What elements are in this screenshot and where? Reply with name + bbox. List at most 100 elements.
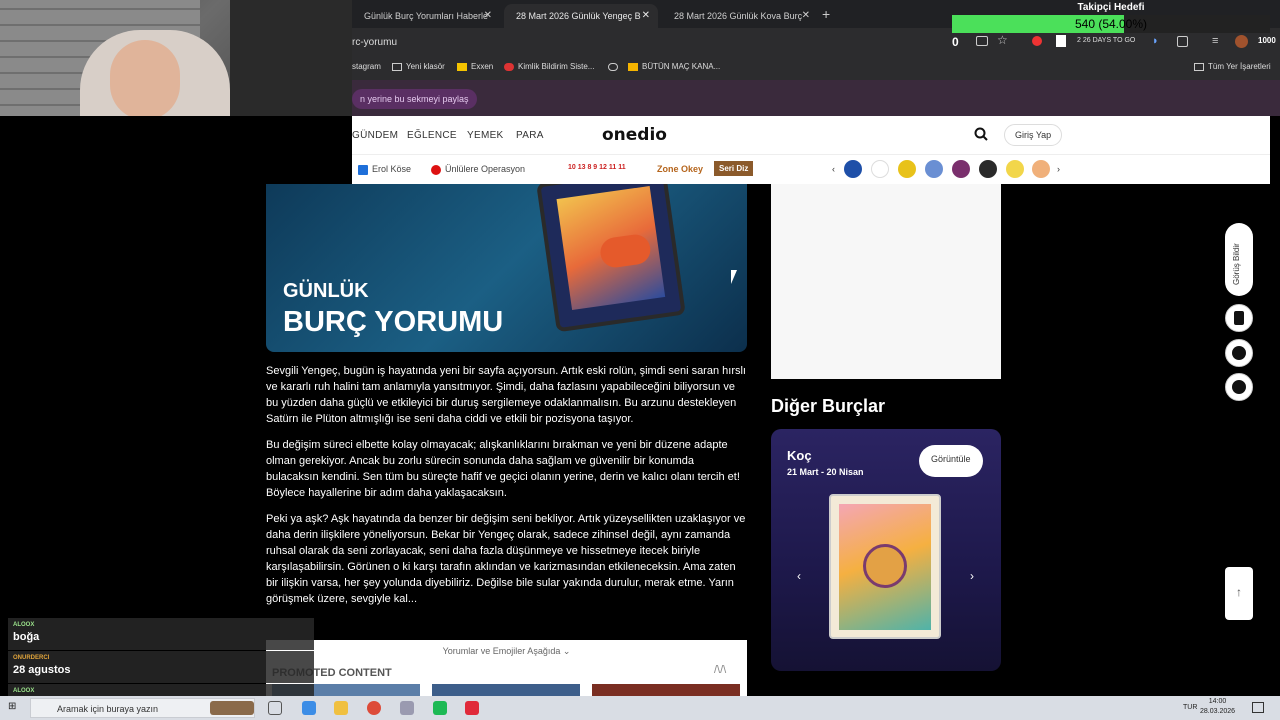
bookmarks-bar: stagram Yeni klasör Exxen Kimlik Bildiri…	[352, 56, 1280, 80]
tab-aquarius-daily[interactable]: 28 Mart 2026 Günlük Kova Burç ✕	[662, 4, 818, 28]
site-header: GÜNDEM EĞLENCE YEMEK PARA onedio Giriş Y…	[352, 116, 1270, 154]
follower-goal-bar: 540 (54.00%)	[952, 15, 1270, 33]
clock[interactable]: 14:00 28.03.2026	[1200, 697, 1235, 717]
folder-icon	[1194, 62, 1204, 71]
promo-thumbnail[interactable]	[432, 684, 580, 696]
feedback-label: Görüş Bildir	[1232, 243, 1241, 285]
chat-text: 28 agustos	[13, 664, 71, 676]
tarot-card-image	[536, 184, 686, 333]
language-indicator[interactable]: TUR	[1183, 704, 1197, 711]
carousel-next-icon[interactable]: ›	[970, 569, 974, 583]
bookmark-globe[interactable]	[608, 62, 622, 71]
login-button[interactable]: Giriş Yap	[1004, 124, 1063, 146]
notifications-icon[interactable]	[1252, 702, 1264, 713]
app-icon[interactable]	[465, 701, 479, 715]
exxen-icon	[457, 62, 467, 71]
file-explorer-icon[interactable]	[334, 701, 348, 715]
trending-bar: Erol Köse Ünlülere Operasyon 10 13 8 9 1…	[352, 154, 1270, 184]
scroll-right-icon[interactable]: ›	[1057, 164, 1060, 174]
battery-text: 1000	[1258, 36, 1276, 45]
trend-label: Erol Köse	[372, 164, 412, 174]
pen-icon	[504, 62, 514, 71]
brand-icon[interactable]	[1006, 160, 1024, 178]
chat-user: ALOOX	[13, 688, 35, 694]
bookmark-label: BÜTÜN MAÇ KANA...	[642, 62, 721, 71]
close-tab-icon[interactable]: ✕	[642, 10, 650, 21]
comments-toggle[interactable]: Yorumlar ve Emojiler Aşağıda ⌄	[266, 646, 747, 657]
menu-list-icon[interactable]: ≡	[1212, 35, 1218, 47]
extension-icon[interactable]	[1032, 36, 1042, 46]
brand-icon[interactable]	[952, 160, 970, 178]
profile-avatar[interactable]	[1235, 35, 1248, 48]
start-icon[interactable]: ⊞	[8, 701, 16, 712]
chrome-icon[interactable]	[367, 701, 381, 715]
chat-user: ALOOX	[13, 622, 35, 628]
task-view-icon[interactable]	[268, 701, 282, 715]
close-tab-icon[interactable]: ✕	[802, 10, 810, 21]
bookmark-new-folder[interactable]: Yeni klasör	[392, 62, 445, 71]
all-bookmarks[interactable]: Tüm Yer İşaretleri	[1194, 62, 1271, 71]
sign-name: Koç	[787, 448, 812, 463]
share-button[interactable]	[1225, 373, 1253, 401]
close-tab-icon[interactable]: ✕	[484, 10, 492, 21]
brand-icon[interactable]	[979, 160, 997, 178]
audio-extension-icon[interactable]: ◗	[1152, 35, 1159, 47]
bookmark-identity[interactable]: Kimlik Bildirim Siste...	[504, 62, 594, 71]
brand-icon[interactable]	[844, 160, 862, 178]
promo-thumbnail[interactable]	[592, 684, 740, 696]
windows-taskbar: ⊞ Aramak için buraya yazın TUR 14:00 28.0…	[0, 696, 1280, 720]
trend-zone-okey[interactable]: Zone Okey	[657, 164, 703, 174]
brand-icon[interactable]	[1032, 160, 1050, 178]
bookmark-exxen[interactable]: Exxen	[457, 62, 493, 71]
sign-dates: 21 Mart - 20 Nisan	[787, 467, 864, 477]
trend-erol-kose[interactable]: Erol Köse	[358, 164, 411, 175]
new-tab-button[interactable]: +	[822, 6, 830, 22]
comments-button[interactable]	[1225, 339, 1253, 367]
globe-icon	[608, 62, 618, 71]
carousel-prev-icon[interactable]: ‹	[797, 569, 801, 583]
search-icon[interactable]	[974, 127, 988, 141]
article-paragraph: Peki ya aşk? Aşk hayatında da benzer bir…	[266, 513, 746, 605]
bookmark-save-button[interactable]	[1225, 304, 1253, 332]
extensions-puzzle-icon[interactable]	[1177, 36, 1188, 47]
brand-icon[interactable]	[898, 160, 916, 178]
nav-yemek[interactable]: YEMEK	[467, 130, 504, 141]
bookmark-match-channels[interactable]: BÜTÜN MAÇ KANA...	[628, 62, 720, 71]
extension-icon[interactable]	[1056, 35, 1066, 47]
app-icon[interactable]	[400, 701, 414, 715]
bookmark-instagram[interactable]: stagram	[352, 62, 381, 71]
other-signs-heading: Diğer Burçlar	[771, 396, 886, 416]
news-icon	[358, 164, 368, 175]
aries-card-image	[829, 494, 941, 639]
view-sign-button[interactable]: Görüntüle	[919, 445, 983, 477]
nav-para[interactable]: PARA	[516, 130, 544, 141]
okey-numbers: 10 13 8 9 12 11 11	[568, 164, 626, 171]
share-tab-button[interactable]: n yerine bu sekmeyi paylaş	[352, 89, 477, 109]
follower-goal-widget: Takipçi Hedefi 540 (54.00%)	[952, 0, 1270, 34]
streamer-face	[110, 40, 180, 120]
clock-time: 14:00	[1208, 698, 1227, 705]
scroll-to-top-button[interactable]: ↑	[1225, 567, 1253, 620]
nav-gundem[interactable]: GÜNDEM	[352, 130, 398, 141]
tab-cancer-daily[interactable]: 28 Mart 2026 Günlük Yengeç B ✕	[504, 4, 658, 28]
feedback-button[interactable]: Görüş Bildir	[1225, 223, 1253, 296]
chat-user: ONURDERCI	[13, 655, 50, 661]
hero-line1: GÜNLÜK	[283, 280, 369, 302]
bookmark-icon	[1234, 311, 1244, 325]
url-text[interactable]: rc-yorumu	[352, 37, 397, 48]
edge-icon[interactable]	[302, 701, 316, 715]
site-logo[interactable]: onedio	[602, 125, 667, 145]
tab-label: 28 Mart 2026 Günlük Kova Burç	[674, 11, 803, 21]
tab-horoscope-news[interactable]: Günlük Burç Yorumları Haberle ✕	[352, 4, 500, 28]
bookmark-star-icon[interactable]: ☆	[997, 33, 1008, 47]
cast-icon[interactable]	[976, 36, 988, 46]
chat-bubbles-icon	[1232, 346, 1246, 360]
scroll-left-icon[interactable]: ‹	[832, 164, 835, 174]
brand-icon[interactable]	[925, 160, 943, 178]
trend-seri-diz[interactable]: Seri Diz	[714, 161, 754, 176]
trend-operation[interactable]: Ünlülere Operasyon	[431, 164, 525, 175]
app-icon[interactable]	[433, 701, 447, 715]
brand-icon[interactable]	[871, 160, 889, 178]
comments-section: Yorumlar ve Emojiler Aşağıda ⌄ PROMOTED …	[266, 640, 747, 696]
nav-eglence[interactable]: EĞLENCE	[407, 130, 457, 141]
